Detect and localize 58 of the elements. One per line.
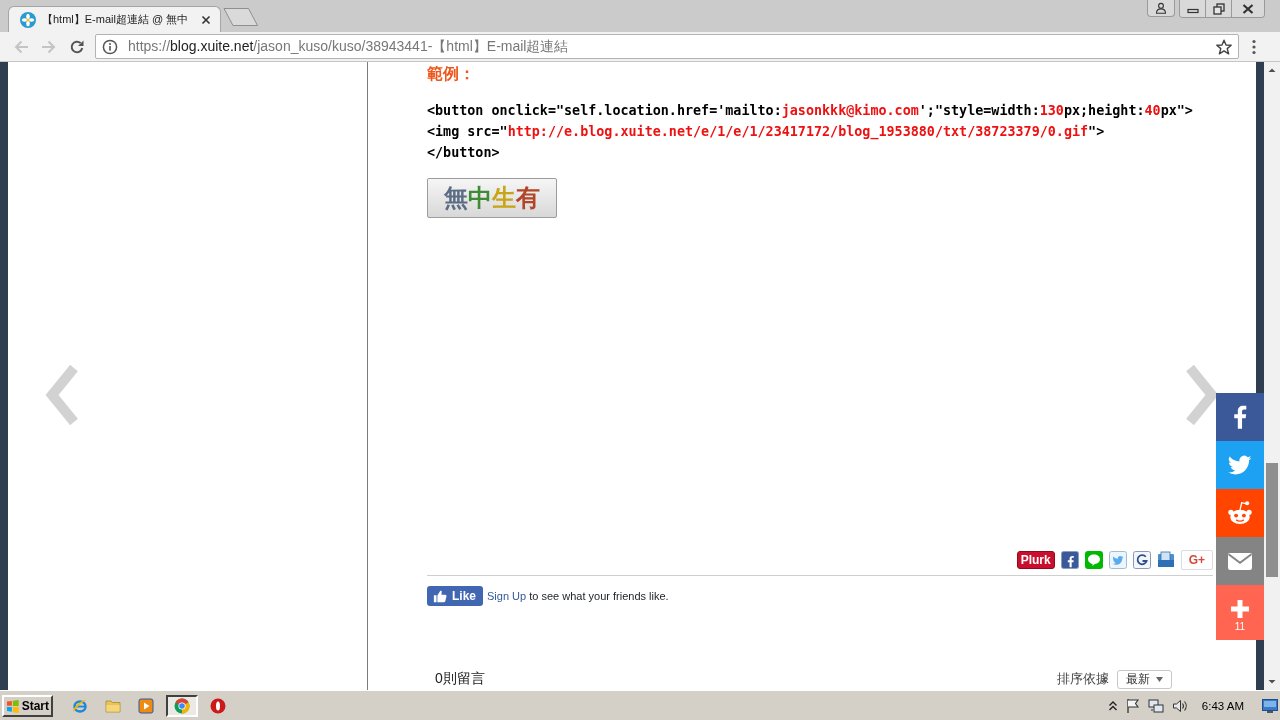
opera-icon [210,697,226,714]
alien-icon [1227,500,1253,526]
sort-dropdown[interactable]: 最新 [1117,669,1172,689]
flag-icon[interactable] [1125,697,1140,714]
info-icon[interactable] [102,38,118,55]
chrome-icon [174,697,190,714]
section-heading: 範例： [427,64,475,84]
code-line: </button> [427,144,500,162]
clock-text: 6:43 AM [1201,699,1244,712]
taskbar-button[interactable] [166,694,198,717]
like-button[interactable]: Like [427,586,483,606]
code-line: <button onclick="self.location.href='mailto:jasonkkk@kimo.com';"style=width:130px;height:40px"> [427,102,1193,120]
media-player-icon [138,697,154,714]
browser-tab[interactable]: 【html】E-mail超連結 @ 無中 [8,6,221,32]
chat-bubble-icon[interactable] [1084,551,1103,569]
restore-button[interactable] [1206,0,1232,17]
comment-count: 0則留言 [435,670,485,688]
twitter-share-button[interactable] [1216,441,1264,489]
folder-icon [105,697,121,714]
thumbs-up-icon [433,589,447,603]
google-plus-share-button[interactable]: G+ [1180,550,1213,570]
user-icon [1155,2,1167,14]
plus-icon [1231,600,1249,618]
scrollbar-thumb[interactable] [1266,463,1278,577]
speaker-icon[interactable] [1171,697,1188,714]
url-text: https://blog.xuite.net/jason_kuso/kuso/38943441-【html】E-mail超連結 [128,37,569,56]
facebook-icon[interactable] [1060,551,1079,569]
close-window-button[interactable] [1232,0,1264,17]
show-desktop-icon[interactable] [1262,698,1278,713]
profile-button[interactable] [1147,0,1175,17]
network-icon[interactable] [1147,697,1164,714]
flower-icon [20,11,36,28]
restore-icon [1212,2,1225,15]
reddit-share-button[interactable] [1216,489,1264,537]
show-hidden-icons-icon[interactable] [1107,699,1118,712]
sign-up-link[interactable]: Sign Up [487,590,527,602]
like-prompt-text: Sign Up to see what your friends like. [487,590,669,602]
email-share-button[interactable] [1216,537,1264,585]
close-icon[interactable] [201,14,211,25]
inbox-icon[interactable] [1156,551,1175,569]
start-button[interactable]: Start [2,694,53,717]
google-icon[interactable] [1132,551,1151,569]
menu-icon[interactable] [1252,38,1256,55]
envelope-icon [1228,552,1252,570]
sort-label: 排序依據 [1057,670,1109,688]
address-bar[interactable]: https://blog.xuite.net/jason_kuso/kuso/38943441-【html】E-mail超連結 [95,34,1239,59]
reload-icon[interactable] [69,38,85,55]
internet-explorer-icon [72,697,88,714]
close-icon [1242,3,1254,14]
code-line: <img src="http://e.blog.xuite.net/e/1/e/1/23417172/blog_1953880/txt/38723379/0.gif"> [427,123,1105,142]
windows-logo-icon [6,698,20,713]
demo-button[interactable]: 無中生有 [427,178,557,218]
bookmark-star-icon[interactable] [1216,38,1232,55]
plurk-share-button[interactable]: Plurk [1016,551,1055,569]
facebook-share-button[interactable] [1216,393,1264,441]
bird-icon [1228,454,1252,476]
caret-icon [1156,676,1163,682]
minimize-button[interactable] [1180,0,1206,17]
